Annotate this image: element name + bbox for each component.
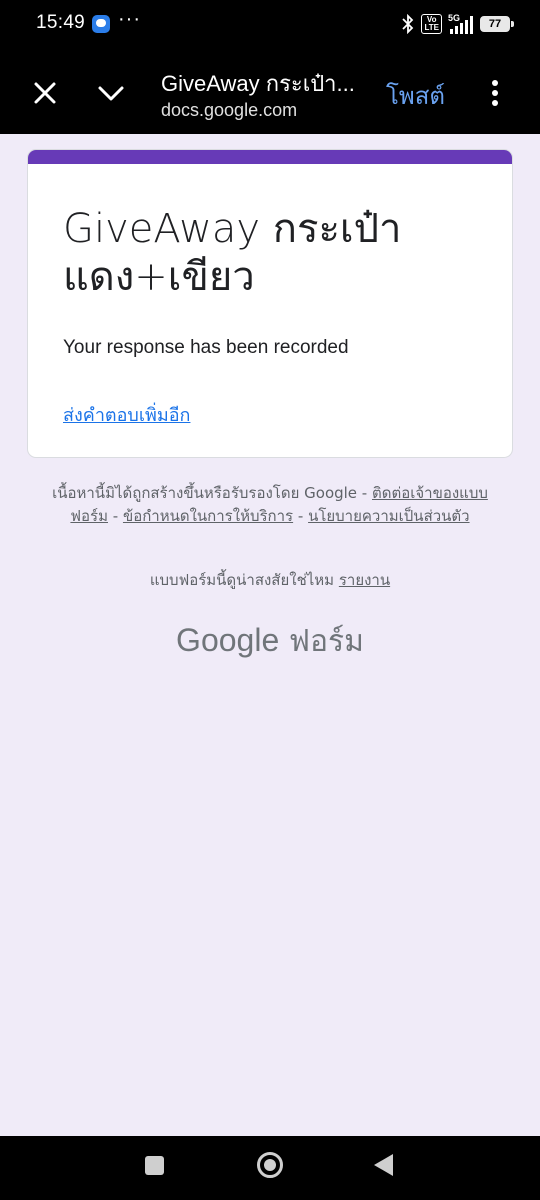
volte-icon: Vo LTE [421,14,442,34]
browser-app-bar: GiveAway กระเป๋า... docs.google.com โพสต… [0,52,540,134]
form-page: GiveAway กระเป๋าแดง+เขียว Your response … [0,134,540,1136]
terms-link[interactable]: ข้อกำหนดในการให้บริการ [123,507,293,525]
page-url: docs.google.com [161,100,298,120]
form-title: GiveAway กระเป๋าแดง+เขียว [63,206,402,300]
report-line: แบบฟอร์มนี้ดูน่าสงสัยใช่ไหม รายงาน [40,568,500,592]
post-button[interactable]: โพสต์ [386,76,445,115]
card-accent-bar [28,150,512,164]
report-link[interactable]: รายงาน [339,571,390,589]
recents-button[interactable] [145,1156,164,1175]
signal-icon: 5G [448,13,474,34]
footer-disclaimer: เนื้อหานี้มิได้ถูกสร้างขึ้นหรือรับรองโดย… [52,484,488,525]
privacy-link[interactable]: นโยบายความเป็นส่วนตัว [308,507,470,525]
suspicious-text: แบบฟอร์มนี้ดูน่าสงสัยใช่ไหม [149,571,339,589]
status-time: 15:49 [36,12,86,33]
home-button[interactable] [257,1152,283,1178]
disclaimer-text: เนื้อหานี้มิได้ถูกสร้างขึ้นหรือรับรองโดย… [52,484,372,502]
more-vert-icon[interactable] [484,80,506,110]
system-nav-bar [0,1136,540,1200]
back-button[interactable] [374,1154,393,1176]
confirmation-message: Your response has been recorded [63,337,349,358]
submit-another-response-link[interactable]: ส่งคำตอบเพิ่มอีก [63,400,190,429]
page-title: GiveAway กระเป๋า... [161,71,355,96]
chevron-down-icon[interactable] [96,80,126,106]
close-icon[interactable] [30,78,60,108]
status-bar: 15:49 ··· Vo LTE 5G 77 [0,0,540,52]
google-forms-logo: Google ฟอร์ม [176,622,364,659]
bluetooth-icon [402,14,414,34]
battery-icon: 77 [480,16,514,32]
messages-icon [92,15,110,33]
more-notifications-icon: ··· [118,8,141,30]
confirmation-card: GiveAway กระเป๋าแดง+เขียว Your response … [27,149,513,458]
